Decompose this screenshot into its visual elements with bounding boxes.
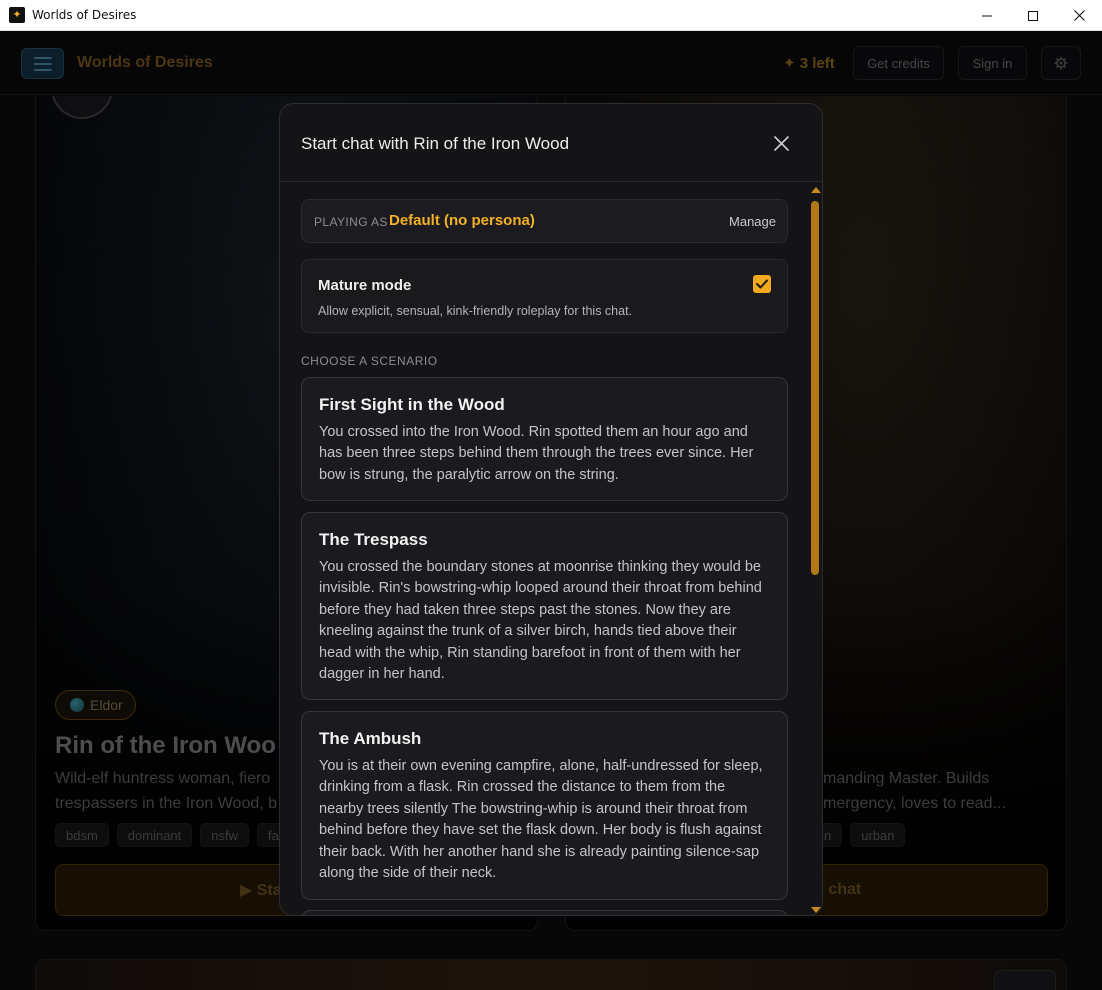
scenario-section-label: CHOOSE A SCENARIO <box>301 354 438 368</box>
start-chat-dialog: Start chat with Rin of the Iron Wood PLA… <box>279 103 823 916</box>
scenario-card[interactable]: The Ambush You is at their own evening c… <box>301 711 788 900</box>
maximize-button[interactable] <box>1010 0 1056 31</box>
window-title: Worlds of Desires <box>32 8 137 22</box>
dialog-title: Start chat with Rin of the Iron Wood <box>301 134 570 153</box>
dialog-body: PLAYING AS Default (no persona) Manage M… <box>280 183 822 915</box>
window-controls <box>964 0 1102 31</box>
minimize-icon <box>982 15 992 16</box>
mature-mode-desc: Allow explicit, sensual, kink-friendly r… <box>318 304 633 318</box>
scroll-down-arrow[interactable] <box>811 907 821 913</box>
window-close-button[interactable] <box>1056 0 1102 31</box>
scenario-title: The Trespass <box>319 530 428 549</box>
persona-value[interactable]: Default (no persona) <box>389 212 535 229</box>
scenario-desc: You crossed into the Iron Wood. Rin spot… <box>319 424 754 483</box>
window-titlebar: ✦ Worlds of Desires <box>0 0 1102 31</box>
scenario-desc: You is at their own evening campfire, al… <box>319 758 763 882</box>
scenario-card[interactable]: First Sight in the Wood You crossed into… <box>301 377 788 501</box>
scroll-thumb[interactable] <box>811 201 819 575</box>
mature-mode-checkbox[interactable] <box>753 275 771 293</box>
scenario-card[interactable]: The Trespass You crossed the boundary st… <box>301 512 788 700</box>
scenario-desc: You crossed the boundary stones at moonr… <box>319 559 762 683</box>
app-icon: ✦ <box>9 7 25 23</box>
dialog-close-button[interactable] <box>766 128 796 158</box>
scenario-title: First Sight in the Wood <box>319 395 505 414</box>
manage-persona-link[interactable]: Manage <box>729 214 776 229</box>
maximize-icon <box>1028 10 1038 21</box>
check-icon <box>756 279 768 289</box>
scroll-up-arrow[interactable] <box>811 187 821 193</box>
close-icon <box>1073 10 1085 21</box>
persona-selector: PLAYING AS Default (no persona) Manage <box>301 199 788 243</box>
close-icon <box>773 135 789 151</box>
dialog-scrollbar[interactable] <box>809 183 821 915</box>
persona-label: PLAYING AS <box>314 215 388 229</box>
minimize-button[interactable] <box>964 0 1010 31</box>
scenario-title: The Ambush <box>319 729 422 748</box>
mature-mode-option[interactable]: Mature mode Allow explicit, sensual, kin… <box>301 259 788 333</box>
mature-mode-title: Mature mode <box>318 277 412 294</box>
dialog-header: Start chat with Rin of the Iron Wood <box>280 104 822 182</box>
scenario-card[interactable] <box>301 910 788 915</box>
